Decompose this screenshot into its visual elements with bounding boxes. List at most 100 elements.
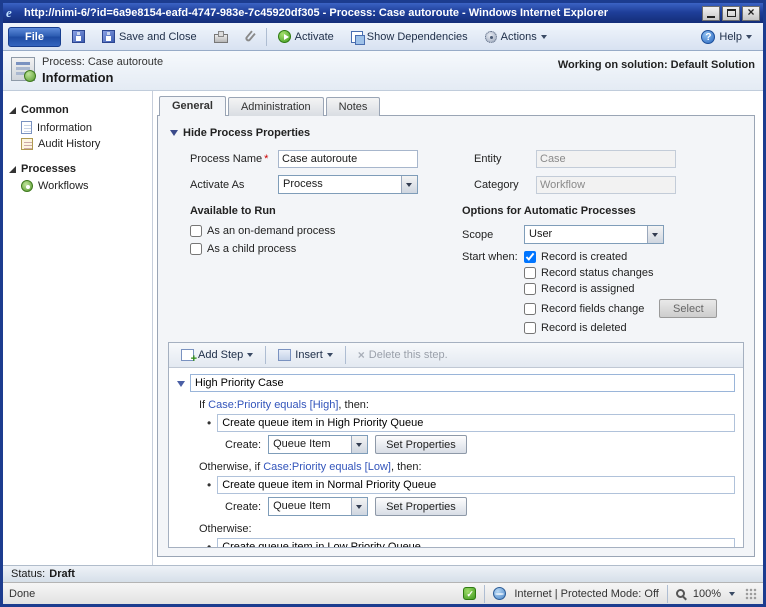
- create-type-select[interactable]: Queue Item: [268, 497, 368, 516]
- on-demand-checkbox[interactable]: [190, 225, 202, 237]
- attach-button[interactable]: [239, 28, 261, 45]
- window-title: http://nimi-6/?id=6a9e8154-eafd-4747-983…: [24, 7, 702, 19]
- record-status-checkbox[interactable]: [524, 267, 536, 279]
- record-created-row[interactable]: Record is created: [524, 251, 717, 263]
- record-deleted-checkbox[interactable]: [524, 322, 536, 334]
- sidebar-item-label: Workflows: [38, 180, 89, 192]
- content-area: General Administration Notes Hide Proces…: [153, 91, 763, 565]
- step-description-input[interactable]: [217, 538, 735, 547]
- information-icon: [21, 121, 32, 134]
- form-header: Process: Case autoroute Information Work…: [3, 51, 763, 91]
- print-button[interactable]: [208, 28, 234, 46]
- dependencies-icon: [351, 31, 363, 43]
- close-button[interactable]: [742, 6, 760, 21]
- sidebar-group-common[interactable]: Common: [3, 101, 152, 119]
- chevron-down-icon: [746, 35, 752, 42]
- process-name-input[interactable]: [278, 150, 418, 168]
- step-name-input[interactable]: [190, 374, 735, 392]
- zone-text: Internet | Protected Mode: Off: [514, 588, 659, 600]
- create-type-select[interactable]: Queue Item: [268, 435, 368, 454]
- record-assigned-row[interactable]: Record is assigned: [524, 283, 717, 295]
- zoom-level[interactable]: 100%: [693, 588, 721, 600]
- dropdown-arrow-icon: [647, 226, 663, 243]
- scope-select[interactable]: User: [524, 225, 664, 244]
- security-shield-icon: [463, 587, 476, 600]
- create-type-value: Queue Item: [269, 498, 351, 515]
- statusbar-separator: [484, 585, 485, 603]
- set-properties-button[interactable]: Set Properties: [375, 497, 467, 516]
- automatic-options-header: Options for Automatic Processes: [462, 205, 744, 217]
- record-assigned-checkbox[interactable]: [524, 283, 536, 295]
- sidebar-item-label: Information: [37, 122, 92, 134]
- maximize-button[interactable]: [722, 6, 740, 21]
- chevron-down-icon: [541, 35, 547, 42]
- insert-button[interactable]: Insert: [272, 346, 339, 364]
- entity-label: Entity: [474, 153, 536, 165]
- show-dependencies-button[interactable]: Show Dependencies: [345, 28, 474, 46]
- save-and-close-label: Save and Close: [119, 31, 197, 43]
- resize-grip[interactable]: [745, 588, 757, 600]
- tab-general[interactable]: General: [159, 96, 226, 116]
- condition-link[interactable]: Case:Priority equals [Low]: [263, 461, 391, 473]
- insert-icon: [278, 349, 291, 361]
- condition-link[interactable]: Case:Priority equals [High]: [208, 399, 338, 411]
- workflows-icon: [21, 180, 33, 192]
- record-fields-label: Record fields change: [541, 303, 644, 315]
- category-label: Category: [474, 179, 536, 191]
- collapse-triangle-icon: [170, 130, 178, 140]
- actions-button[interactable]: Actions: [479, 28, 553, 46]
- on-demand-row[interactable]: As an on-demand process: [190, 225, 462, 237]
- tab-strip: General Administration Notes: [157, 95, 755, 115]
- condition-prefix: If: [199, 399, 208, 411]
- step-description-input[interactable]: [217, 476, 735, 494]
- set-properties-button[interactable]: Set Properties: [375, 435, 467, 454]
- select-button[interactable]: Select: [659, 299, 717, 318]
- add-step-button[interactable]: Add Step: [175, 346, 259, 364]
- close-icon: [747, 7, 754, 19]
- child-process-checkbox[interactable]: [190, 243, 202, 255]
- activate-as-value: Process: [279, 176, 401, 193]
- record-deleted-row[interactable]: Record is deleted: [524, 322, 717, 334]
- record-status-row[interactable]: Record status changes: [524, 267, 717, 279]
- title-bar[interactable]: http://nimi-6/?id=6a9e8154-eafd-4747-983…: [3, 3, 763, 23]
- condition-suffix: , then:: [391, 461, 422, 473]
- activate-as-select[interactable]: Process: [278, 175, 418, 194]
- file-button[interactable]: File: [8, 27, 61, 47]
- branch-condition: Otherwise:: [199, 523, 735, 535]
- record-fields-checkbox[interactable]: [524, 303, 536, 315]
- hide-properties-toggle[interactable]: Hide Process Properties: [170, 126, 744, 140]
- step-body: If Case:Priority equals [High], then: Cr…: [169, 368, 743, 547]
- child-process-row[interactable]: As a child process: [190, 243, 462, 255]
- on-demand-label: As an on-demand process: [207, 225, 335, 237]
- tab-administration[interactable]: Administration: [228, 97, 324, 116]
- step-toolbar: Add Step Insert Delete this step.: [169, 343, 743, 368]
- internet-zone-icon: [493, 587, 506, 600]
- help-icon: [701, 30, 715, 44]
- zoom-dropdown-icon[interactable]: [729, 592, 735, 599]
- sidebar-item-audit-history[interactable]: Audit History: [3, 136, 152, 152]
- activate-as-label: Activate As: [190, 179, 278, 191]
- delete-step-button[interactable]: Delete this step.: [352, 345, 454, 365]
- save-and-close-button[interactable]: Save and Close: [96, 27, 203, 46]
- add-step-label: Add Step: [198, 349, 243, 361]
- page-title: Information: [42, 70, 163, 85]
- save-button[interactable]: [66, 27, 91, 46]
- sidebar-item-workflows[interactable]: Workflows: [3, 178, 152, 194]
- sidebar-group-processes[interactable]: Processes: [3, 160, 152, 178]
- toolbar-separator: [266, 28, 267, 46]
- process-subtitle: Process: Case autoroute: [42, 56, 163, 68]
- record-fields-row[interactable]: Record fields change Select: [524, 299, 717, 318]
- step-description-input[interactable]: [217, 414, 735, 432]
- help-label: Help: [719, 31, 742, 43]
- save-and-close-icon: [102, 30, 115, 43]
- condition-prefix: Otherwise, if: [199, 461, 263, 473]
- help-button[interactable]: Help: [695, 27, 758, 47]
- maximize-icon: [727, 9, 736, 17]
- process-name-label: Process Name*: [190, 153, 278, 165]
- record-created-checkbox[interactable]: [524, 251, 536, 263]
- sidebar-item-information[interactable]: Information: [3, 119, 152, 136]
- save-icon: [72, 30, 85, 43]
- activate-button[interactable]: Activate: [272, 27, 340, 46]
- minimize-button[interactable]: [702, 6, 720, 21]
- tab-notes[interactable]: Notes: [326, 97, 381, 116]
